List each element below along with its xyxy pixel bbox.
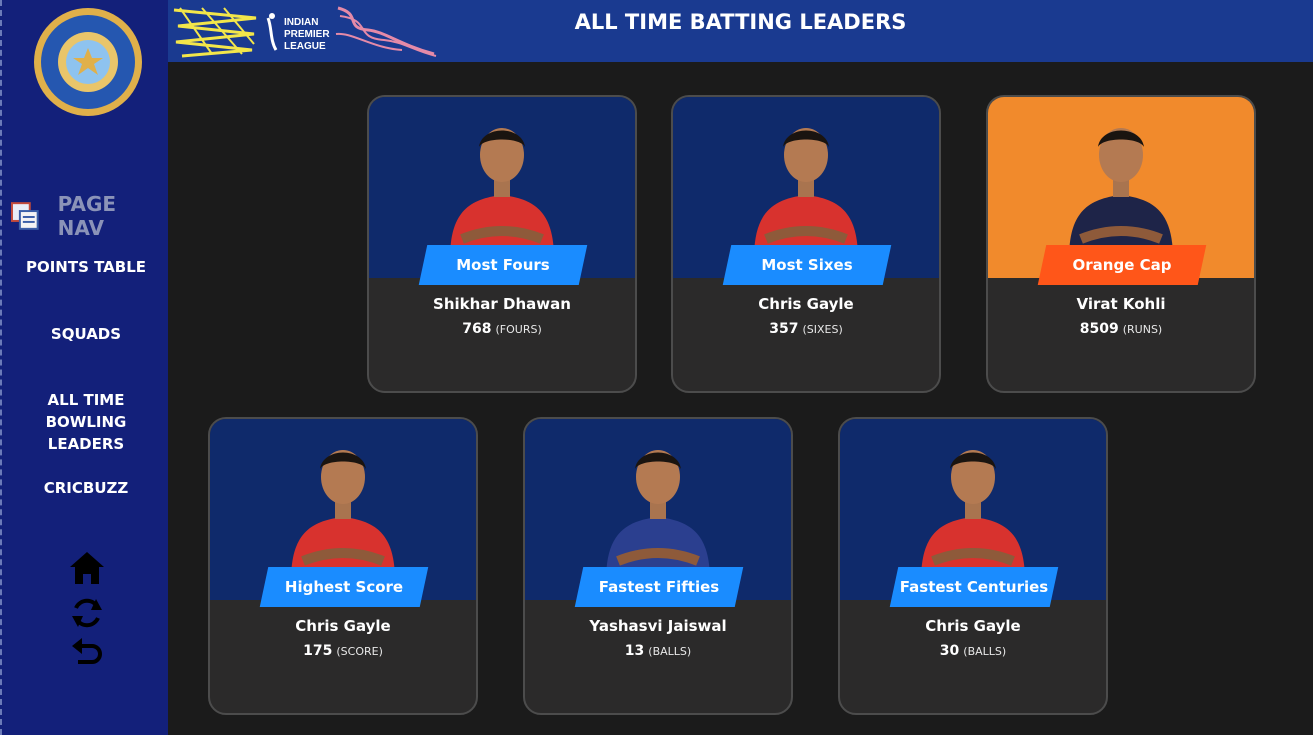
page-nav-icon	[10, 202, 39, 230]
player-name: Chris Gayle	[758, 295, 854, 313]
page-nav-header: PAGE NAV	[10, 192, 168, 240]
player-stat: 8509 (RUNS)	[988, 318, 1254, 337]
player-name: Virat Kohli	[1076, 295, 1166, 313]
card-photo-area: Highest Score	[210, 419, 476, 607]
sidebar: PAGE NAV POINTS TABLE SQUADS ALL TIME BO…	[0, 0, 168, 735]
stat-value: 13	[624, 643, 645, 659]
category-label: Highest Score	[284, 578, 404, 596]
banner-line-3: LEAGUE	[284, 41, 326, 52]
card-photo-area: Fastest Centuries	[840, 419, 1106, 607]
nav-all-time-bowling-leaders[interactable]: ALL TIME BOWLING LEADERS	[2, 389, 170, 455]
leader-card[interactable]: Orange Cap Virat Kohli 8509 (RUNS)	[986, 95, 1256, 393]
stat-value: 30	[939, 643, 960, 659]
stat-value: 8509	[1079, 321, 1119, 337]
stat-unit: (SCORE)	[336, 645, 383, 658]
player-photo	[291, 450, 395, 581]
leader-card[interactable]: Highest Score Chris Gayle 175 (SCORE)	[208, 417, 478, 715]
category-badge: Highest Score	[259, 567, 429, 607]
player-name: Chris Gayle	[295, 617, 391, 635]
category-badge: Orange Cap	[1037, 245, 1207, 285]
category-label: Fastest Fifties	[598, 578, 720, 596]
player-stat: 13 (BALLS)	[525, 640, 791, 659]
leader-card[interactable]: Most Sixes Chris Gayle 357 (SIXES)	[671, 95, 941, 393]
stat-unit: (RUNS)	[1122, 323, 1163, 336]
page-nav-label: PAGE NAV	[57, 192, 117, 240]
card-photo-area: Fastest Fifties	[525, 419, 791, 607]
stat-value: 357	[769, 321, 799, 337]
page-title: ALL TIME BATTING LEADERS	[574, 10, 907, 34]
player-photo	[754, 128, 858, 259]
stat-unit: (BALLS)	[648, 645, 692, 658]
home-icon[interactable]	[68, 549, 106, 587]
stat-value: 768	[462, 321, 492, 337]
bcci-logo	[34, 8, 142, 116]
category-badge: Fastest Centuries	[889, 567, 1059, 607]
player-photo	[450, 128, 554, 259]
player-name: Yashasvi Jaiswal	[589, 617, 727, 635]
player-photo	[1069, 128, 1173, 259]
stat-unit: (FOURS)	[495, 323, 542, 336]
player-name: Shikhar Dhawan	[433, 295, 571, 313]
refresh-icon[interactable]	[68, 594, 106, 632]
category-badge: Fastest Fifties	[574, 567, 744, 607]
category-label: Fastest Centuries	[899, 578, 1049, 596]
player-stat: 175 (SCORE)	[210, 640, 476, 659]
category-label: Most Sixes	[761, 256, 853, 274]
player-stat: 357 (SIXES)	[673, 318, 939, 337]
player-stat: 30 (BALLS)	[840, 640, 1106, 659]
leader-card[interactable]: Fastest Fifties Yashasvi Jaiswal 13 (BALL…	[523, 417, 793, 715]
card-photo-area: Most Fours	[369, 97, 635, 285]
nav-points-table[interactable]: POINTS TABLE	[2, 256, 170, 278]
player-photo	[606, 450, 710, 581]
back-icon[interactable]	[68, 636, 106, 674]
stat-value: 175	[303, 643, 333, 659]
player-stat: 768 (FOURS)	[369, 318, 635, 337]
category-badge: Most Sixes	[722, 245, 892, 285]
leader-card[interactable]: Most Fours Shikhar Dhawan 768 (FOURS)	[367, 95, 637, 393]
category-label: Most Fours	[456, 256, 550, 274]
nav-cricbuzz[interactable]: CRICBUZZ	[2, 477, 170, 499]
stat-unit: (SIXES)	[802, 323, 843, 336]
player-name: Chris Gayle	[925, 617, 1021, 635]
player-photo	[921, 450, 1025, 581]
category-badge: Most Fours	[418, 245, 588, 285]
stat-unit: (BALLS)	[963, 645, 1007, 658]
category-label: Orange Cap	[1072, 256, 1172, 274]
card-photo-area: Most Sixes	[673, 97, 939, 285]
card-photo-area: Orange Cap	[988, 97, 1254, 285]
leader-card[interactable]: Fastest Centuries Chris Gayle 30 (BALLS)	[838, 417, 1108, 715]
nav-squads[interactable]: SQUADS	[2, 323, 170, 345]
